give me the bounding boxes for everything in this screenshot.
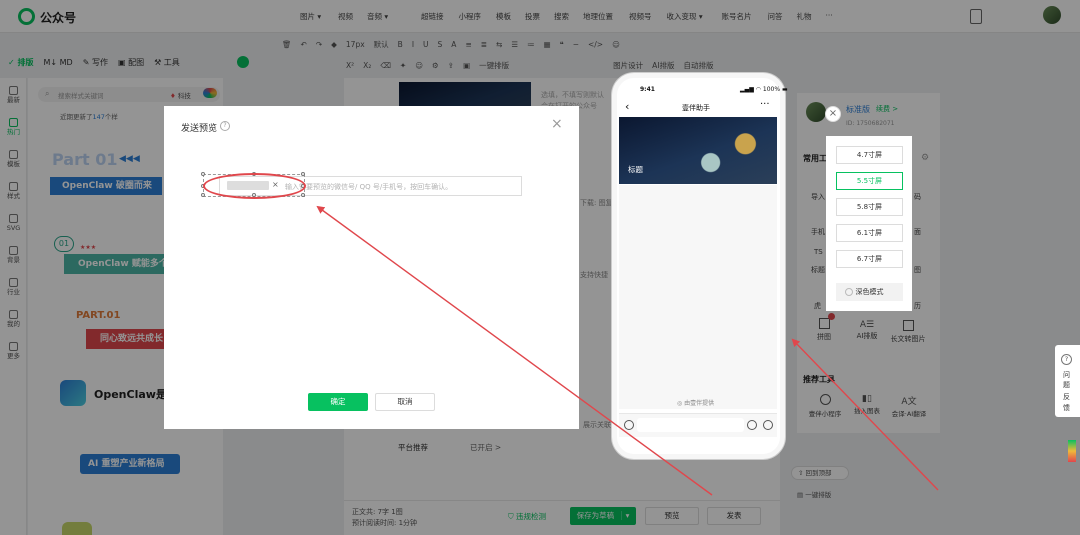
screen-size-option[interactable]: 5.5寸屏 [836,172,903,190]
screen-size-option[interactable]: 6.7寸屏 [836,250,903,268]
help-icon[interactable]: ? [220,121,230,131]
emoji-icon[interactable] [747,420,757,430]
resize-handle[interactable] [201,193,205,197]
phone-title: 壹伴助手 [682,104,710,112]
modal-title: 发送预览 [181,124,218,134]
cover-title: 标题 [628,165,643,174]
phone-status: ▂▄▆ ◠ 100% ▬ [740,86,788,93]
meter-icon [1068,440,1076,462]
recipient-placeholder: 输入需要预览的微信号/ QQ 号/手机号，按回车确认。 [285,183,453,191]
close-icon[interactable]: × [825,106,841,122]
phone-text-field[interactable] [637,418,744,432]
phone-time: 9:41 [640,86,655,93]
close-icon[interactable]: × [551,117,563,131]
annotation-ellipse [203,173,306,199]
question-icon: ? [1061,354,1072,365]
info-icon: ◎ [677,400,683,407]
phone-footer: ◎ 由壹伴提供 [677,400,715,407]
more-icon[interactable]: ··· [760,99,770,110]
send-preview-modal [164,106,579,429]
screen-size-option[interactable]: 6.1寸屏 [836,224,903,242]
back-icon[interactable]: ‹ [625,101,629,112]
confirm-button[interactable]: 确定 [308,393,368,411]
resize-handle[interactable] [201,172,205,176]
voice-icon[interactable] [624,420,634,430]
resize-handle[interactable] [301,172,305,176]
feedback-label: 馈 [1063,404,1070,412]
feedback-label: 题 [1063,381,1070,389]
resize-handle[interactable] [301,193,305,197]
plus-icon[interactable] [763,420,773,430]
screen-size-option[interactable]: 4.7寸屏 [836,146,903,164]
dark-mode-toggle[interactable]: 深色模式 [836,283,903,301]
feedback-label: 问 [1063,371,1070,379]
phone-content [619,185,777,409]
feedback-label: 反 [1063,393,1070,401]
screen-size-option[interactable]: 5.8寸屏 [836,198,903,216]
cancel-button[interactable]: 取消 [375,393,435,411]
toggle-icon [845,288,853,296]
